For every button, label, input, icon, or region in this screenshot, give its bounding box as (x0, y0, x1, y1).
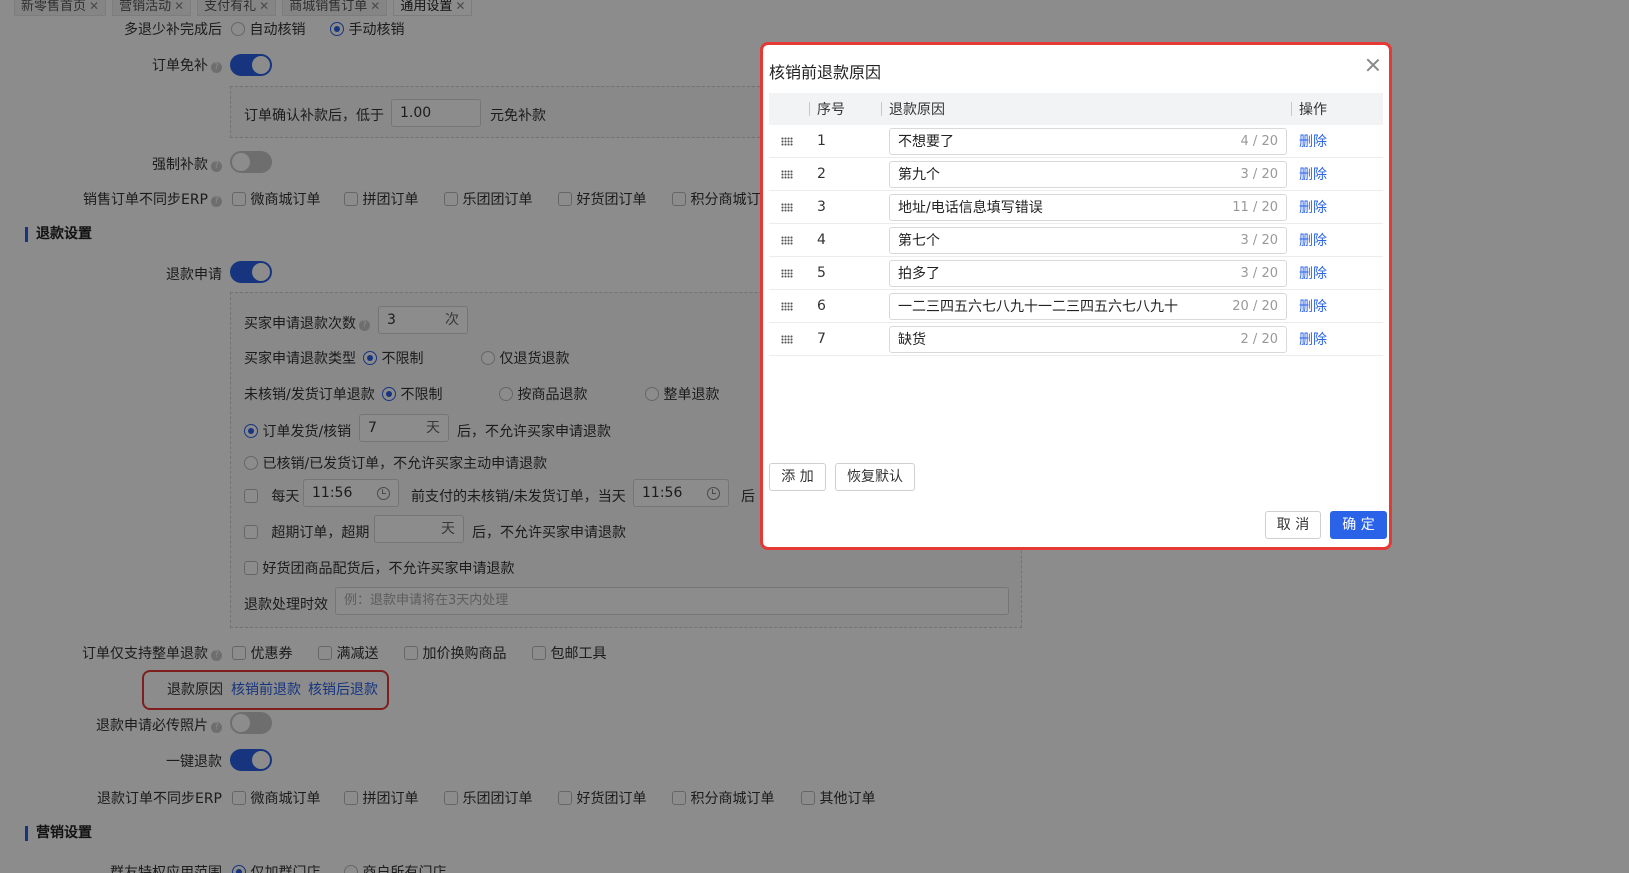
header-reason: 退款原因 (881, 93, 1291, 125)
close-icon[interactable] (1365, 57, 1381, 73)
reason-cell: 不想要了 4 / 20 (881, 125, 1291, 157)
char-count: 4 / 20 (1240, 133, 1278, 149)
confirm-button[interactable]: 确 定 (1330, 511, 1387, 539)
reason-cell: 一二三四五六七八九十一二三四五六七八九十 20 / 20 (881, 290, 1291, 322)
add-button[interactable]: 添 加 (769, 463, 826, 491)
reason-input[interactable]: 不想要了 4 / 20 (889, 127, 1287, 155)
char-count: 3 / 20 (1240, 232, 1278, 248)
drag-cell[interactable] (769, 191, 809, 223)
reason-cell: 缺货 2 / 20 (881, 323, 1291, 355)
reason-input[interactable]: 第九个 3 / 20 (889, 160, 1287, 188)
reason-input[interactable]: 第七个 3 / 20 (889, 226, 1287, 254)
drag-cell[interactable] (769, 224, 809, 256)
header-num: 序号 (809, 93, 881, 125)
reason-cell: 拍多了 3 / 20 (881, 257, 1291, 289)
row-num: 7 (817, 331, 826, 347)
row-num: 4 (817, 232, 826, 248)
delete-link[interactable]: 删除 (1291, 257, 1383, 289)
drag-cell[interactable] (769, 323, 809, 355)
table-header: 序号 退款原因 操作 (769, 93, 1383, 125)
drag-cell[interactable] (769, 125, 809, 157)
reason-input[interactable]: 缺货 2 / 20 (889, 325, 1287, 353)
drag-handle-icon[interactable] (781, 269, 793, 278)
reason-cell: 第九个 3 / 20 (881, 158, 1291, 190)
drag-handle-icon[interactable] (781, 335, 793, 344)
reason-text: 缺货 (898, 332, 926, 348)
reason-text: 第九个 (898, 167, 940, 183)
reason-table: 序号 退款原因 操作 1 不想要了 4 / 20 删除 2 第九个 3 / 20 删… (769, 93, 1383, 356)
reason-input[interactable]: 一二三四五六七八九十一二三四五六七八九十 20 / 20 (889, 292, 1287, 320)
drag-cell[interactable] (769, 290, 809, 322)
drag-handle-icon[interactable] (781, 170, 793, 179)
row-num: 3 (817, 199, 826, 215)
reset-default-button[interactable]: 恢复默认 (835, 463, 915, 491)
reason-input[interactable]: 拍多了 3 / 20 (889, 259, 1287, 287)
delete-link[interactable]: 删除 (1291, 290, 1383, 322)
reason-text: 地址/电话信息填写错误 (898, 200, 1043, 216)
drag-cell[interactable] (769, 158, 809, 190)
reason-cell: 第七个 3 / 20 (881, 224, 1291, 256)
drag-handle-icon[interactable] (781, 302, 793, 311)
drag-handle-icon[interactable] (781, 236, 793, 245)
delete-link[interactable]: 删除 (1291, 191, 1383, 223)
drag-cell[interactable] (769, 257, 809, 289)
char-count: 11 / 20 (1232, 199, 1278, 215)
row-num: 5 (817, 265, 826, 281)
reason-text: 不想要了 (898, 134, 954, 150)
row-num: 6 (817, 298, 826, 314)
table-row: 3 地址/电话信息填写错误 11 / 20 删除 (769, 191, 1383, 224)
char-count: 3 / 20 (1240, 265, 1278, 281)
table-row: 2 第九个 3 / 20 删除 (769, 158, 1383, 191)
delete-link[interactable]: 删除 (1291, 323, 1383, 355)
char-count: 20 / 20 (1232, 298, 1278, 314)
reason-text: 一二三四五六七八九十一二三四五六七八九十 (898, 299, 1178, 315)
header-op: 操作 (1291, 93, 1383, 125)
cancel-button[interactable]: 取 消 (1265, 511, 1321, 539)
delete-link[interactable]: 删除 (1291, 158, 1383, 190)
table-row: 5 拍多了 3 / 20 删除 (769, 257, 1383, 290)
pre-verify-reason-dialog: 核销前退款原因 序号 退款原因 操作 1 不想要了 4 / 20 删除 2 第九个… (760, 42, 1392, 550)
table-row: 4 第七个 3 / 20 删除 (769, 224, 1383, 257)
reason-cell: 地址/电话信息填写错误 11 / 20 (881, 191, 1291, 223)
row-num: 1 (817, 133, 826, 149)
table-row: 1 不想要了 4 / 20 删除 (769, 125, 1383, 158)
reason-text: 拍多了 (898, 266, 940, 282)
row-num: 2 (817, 166, 826, 182)
char-count: 3 / 20 (1240, 166, 1278, 182)
reason-input[interactable]: 地址/电话信息填写错误 11 / 20 (889, 193, 1287, 221)
dialog-title: 核销前退款原因 (769, 63, 882, 82)
reason-text: 第七个 (898, 233, 940, 249)
table-row: 7 缺货 2 / 20 删除 (769, 323, 1383, 356)
table-row: 6 一二三四五六七八九十一二三四五六七八九十 20 / 20 删除 (769, 290, 1383, 323)
delete-link[interactable]: 删除 (1291, 224, 1383, 256)
delete-link[interactable]: 删除 (1291, 125, 1383, 157)
char-count: 2 / 20 (1240, 331, 1278, 347)
drag-handle-icon[interactable] (781, 137, 793, 146)
header-drag-col (769, 93, 809, 125)
drag-handle-icon[interactable] (781, 203, 793, 212)
